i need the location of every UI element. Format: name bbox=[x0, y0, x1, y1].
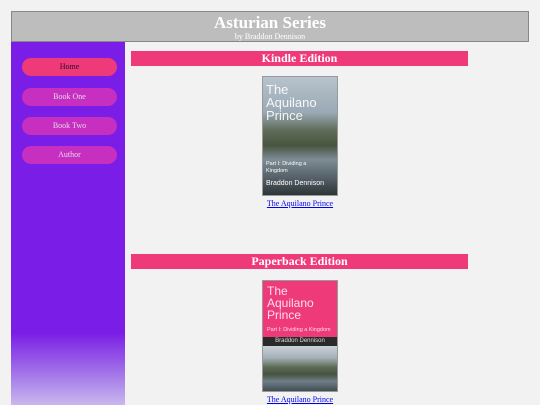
nav-home-button[interactable]: Home bbox=[22, 58, 117, 76]
kindle-book-link[interactable]: The Aquilano Prince bbox=[240, 199, 360, 208]
paperback-cover-image[interactable]: The Aquilano Prince Part I: Dividing a K… bbox=[262, 280, 338, 392]
paperback-book-link[interactable]: The Aquilano Prince bbox=[240, 395, 360, 404]
kindle-cover-subtitle-line: Part I: Dividing a bbox=[266, 161, 307, 167]
kindle-cover-image[interactable]: The Aquilano Prince Part I: Dividing a K… bbox=[262, 76, 338, 196]
paperback-heading: Paperback Edition bbox=[131, 254, 468, 269]
kindle-cover-title-line: Prince bbox=[266, 108, 303, 123]
site-title: Asturian Series bbox=[214, 13, 326, 32]
kindle-cover-subtitle-line: Kingdom bbox=[266, 168, 288, 174]
nav-book-two-button[interactable]: Book Two bbox=[22, 117, 117, 135]
paperback-cover-subtitle: Part I: Dividing a Kingdom bbox=[267, 327, 331, 333]
site-header: Asturian Series by Braddon Dennison bbox=[11, 11, 529, 42]
sidebar: Home Book One Book Two Author bbox=[11, 42, 125, 405]
nav-author-button[interactable]: Author bbox=[22, 146, 117, 164]
kindle-cover-subtitle: Part I: Dividing a Kingdom bbox=[266, 161, 306, 175]
nav-book-one-button[interactable]: Book One bbox=[22, 88, 117, 106]
paperback-cover-title-line: Prince bbox=[267, 308, 302, 322]
paperback-cover-landscape bbox=[263, 346, 337, 391]
paperback-cover-title: The Aquilano Prince bbox=[267, 285, 314, 321]
paperback-cover-author: Braddon Dennison bbox=[263, 337, 337, 346]
kindle-cover-title: The Aquilano Prince bbox=[266, 83, 317, 122]
site-subtitle: by Braddon Dennison bbox=[234, 32, 306, 41]
kindle-heading: Kindle Edition bbox=[131, 51, 468, 66]
kindle-cover-author: Braddon Dennison bbox=[266, 180, 324, 187]
